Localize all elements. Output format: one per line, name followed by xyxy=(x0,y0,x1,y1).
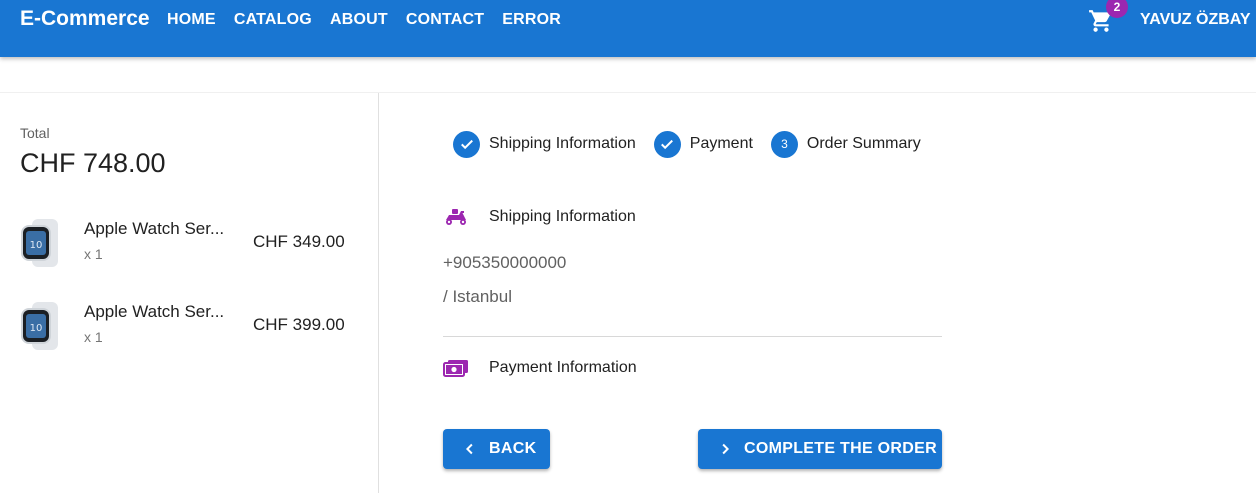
step-number: 3 xyxy=(770,130,798,158)
content-divider xyxy=(0,92,1256,93)
item-name: Apple Watch Ser... xyxy=(84,219,225,238)
main-nav: HOME CATALOG ABOUT CONTACT ERROR xyxy=(158,0,570,40)
list-item: 10 Apple Watch Ser... x 1 CHF 399.00 xyxy=(18,302,358,354)
svg-text:10: 10 xyxy=(30,323,43,334)
shipping-section-title: Shipping Information xyxy=(489,208,636,225)
item-quantity: x 1 xyxy=(84,246,103,262)
total-value: CHF 748.00 xyxy=(20,148,166,178)
nav-error[interactable]: ERROR xyxy=(493,0,570,40)
step-label: Payment xyxy=(689,135,753,152)
item-quantity: x 1 xyxy=(84,329,103,345)
shipping-address: / Istanbul xyxy=(443,287,512,306)
checkout-stepper: Shipping Information Payment 3 Order Sum… xyxy=(453,130,939,158)
step-label: Shipping Information xyxy=(489,135,636,152)
check-icon xyxy=(653,130,681,158)
user-menu[interactable]: YAVUZ ÖZBAY xyxy=(1140,11,1251,29)
back-button-label: BACK xyxy=(489,440,537,457)
brand-title[interactable]: E-Commerce xyxy=(20,7,150,31)
nav-catalog[interactable]: CATALOG xyxy=(225,0,321,40)
step-order-summary: 3 Order Summary xyxy=(770,130,921,158)
step-shipping: Shipping Information xyxy=(453,130,636,158)
total-label: Total xyxy=(20,125,50,141)
column-divider xyxy=(378,93,379,493)
nav-home[interactable]: HOME xyxy=(158,0,225,40)
payment-section-header: Payment Information xyxy=(443,358,637,378)
step-payment: Payment xyxy=(653,130,753,158)
nav-about[interactable]: ABOUT xyxy=(321,0,397,40)
back-button[interactable]: BACK xyxy=(443,429,550,469)
item-price: CHF 349.00 xyxy=(253,232,345,251)
item-name: Apple Watch Ser... xyxy=(84,302,225,321)
check-icon xyxy=(453,130,480,158)
watch-product-image: 10 xyxy=(21,219,58,267)
delivery-scooter-icon xyxy=(443,207,469,227)
section-divider xyxy=(443,336,942,337)
shipping-section-header: Shipping Information xyxy=(443,207,636,227)
chevron-right-icon xyxy=(716,440,734,458)
watch-product-image: 10 xyxy=(21,302,58,350)
svg-text:10: 10 xyxy=(30,240,43,251)
complete-order-button[interactable]: COMPLETE THE ORDER xyxy=(698,429,942,469)
complete-order-button-label: COMPLETE THE ORDER xyxy=(744,440,937,457)
shipping-phone: +905350000000 xyxy=(443,253,567,272)
nav-contact[interactable]: CONTACT xyxy=(397,0,493,40)
cart-count-badge: 2 xyxy=(1106,0,1128,18)
list-item: 10 Apple Watch Ser... x 1 CHF 349.00 xyxy=(18,219,358,271)
chevron-left-icon xyxy=(461,440,479,458)
app-bar: E-Commerce HOME CATALOG ABOUT CONTACT ER… xyxy=(0,0,1256,57)
item-price: CHF 399.00 xyxy=(253,315,345,334)
step-label: Order Summary xyxy=(806,135,921,152)
payment-section-title: Payment Information xyxy=(489,359,637,376)
payment-money-icon xyxy=(443,358,469,378)
